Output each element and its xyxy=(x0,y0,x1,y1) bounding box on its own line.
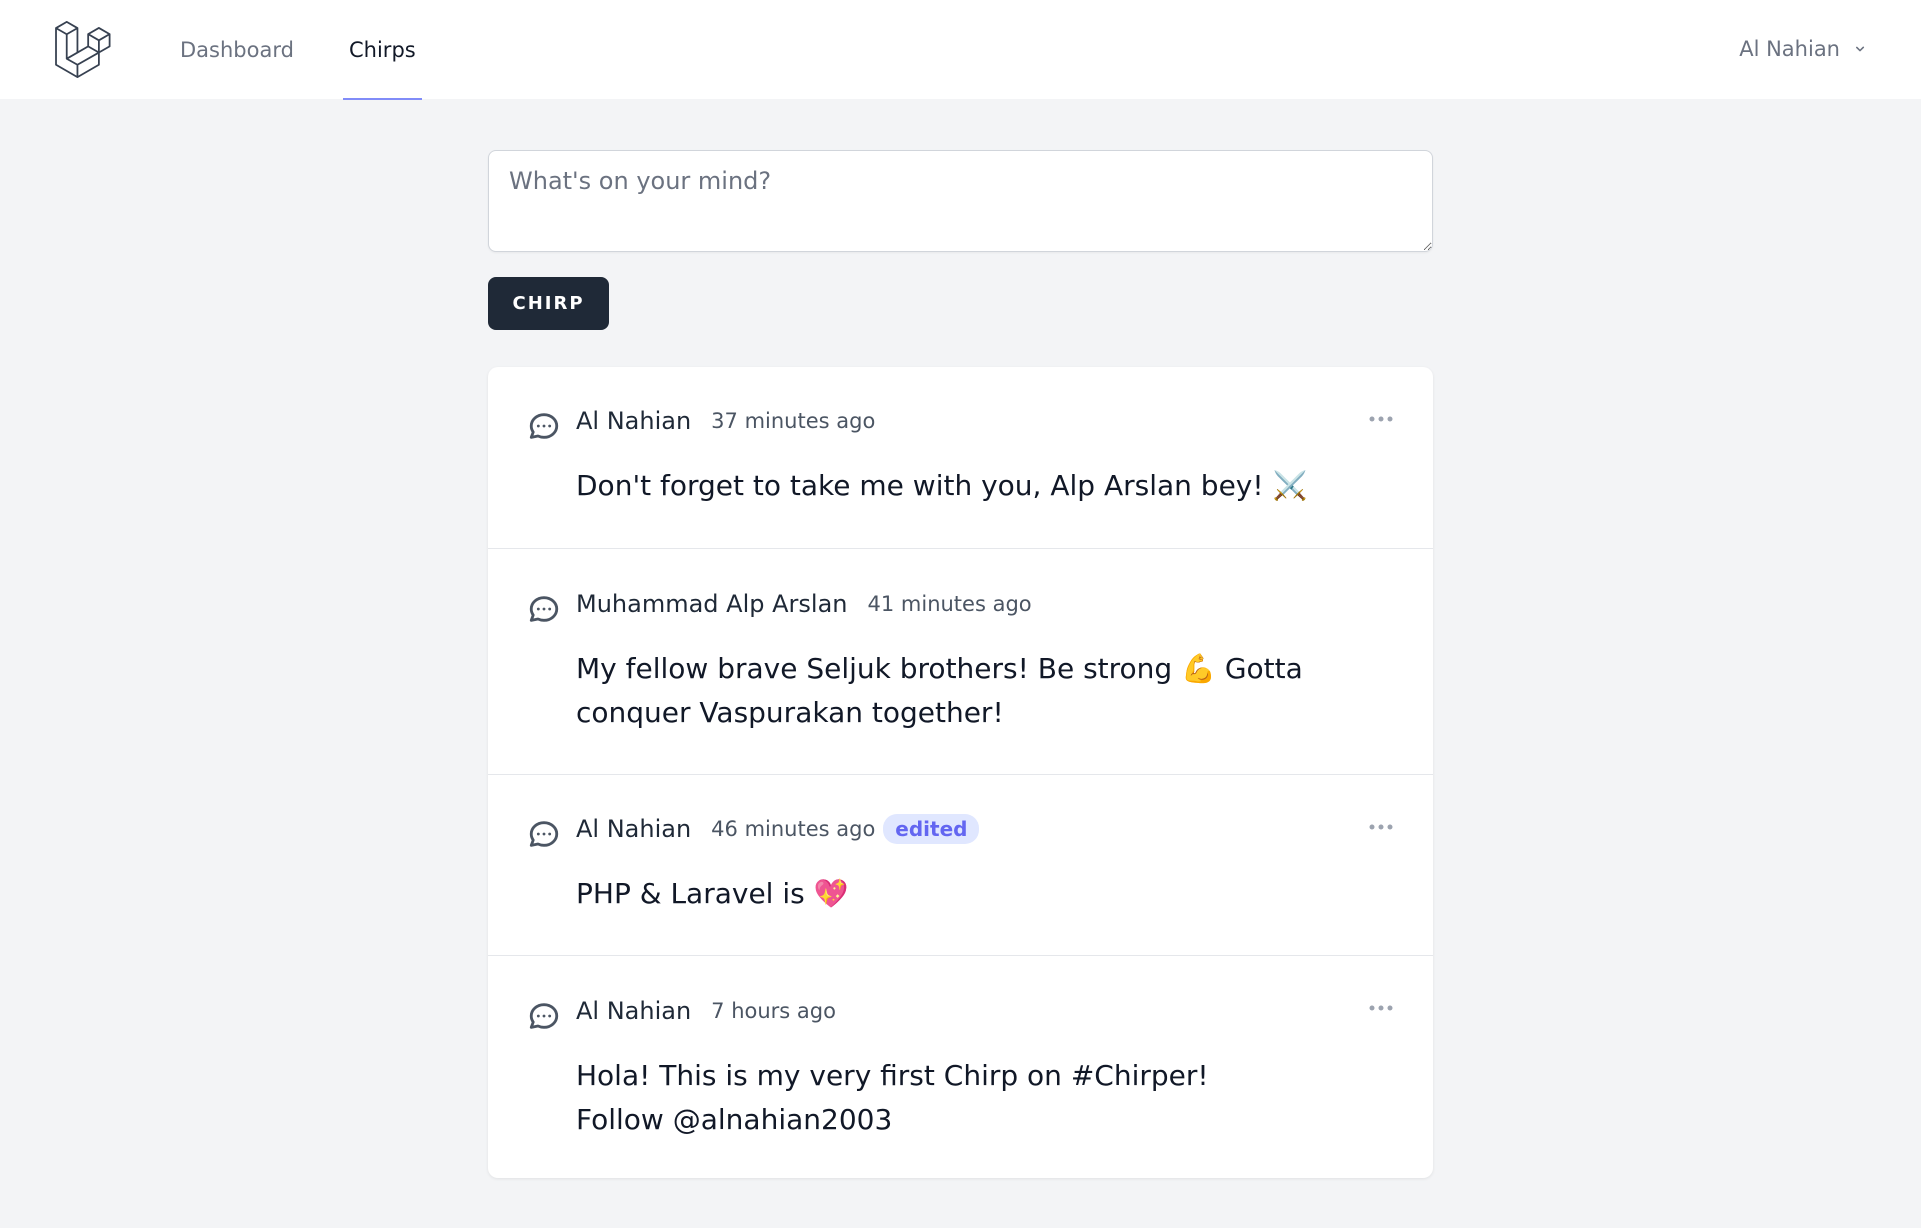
chirp-item: Muhammad Alp Arslan 41 minutes ago My fe… xyxy=(488,548,1433,774)
chirp-author: Al Nahian xyxy=(576,815,692,843)
chirp-submit-button[interactable]: CHIRP xyxy=(488,277,609,330)
chirp-author: Muhammad Alp Arslan xyxy=(576,590,848,618)
chirp-timestamp: 37 minutes ago xyxy=(711,409,876,433)
nav-link-chirps[interactable]: Chirps xyxy=(343,0,422,100)
chirp-header: Muhammad Alp Arslan 41 minutes ago xyxy=(576,590,1032,618)
chirp-author: Al Nahian xyxy=(576,997,692,1025)
chirp-options-button[interactable] xyxy=(1369,822,1393,832)
laravel-logo-icon[interactable] xyxy=(54,21,112,79)
chirp-item: Al Nahian 46 minutes ago edited PHP & La… xyxy=(488,774,1433,955)
chirp-timestamp: 41 minutes ago xyxy=(867,592,1032,616)
chirp-options-button[interactable] xyxy=(1369,1003,1393,1013)
chirp-item: Al Nahian 7 hours ago Hola! This is my v… xyxy=(488,955,1433,1178)
chirp-message: Don't forget to take me with you, Alp Ar… xyxy=(576,469,1308,502)
user-name: Al Nahian xyxy=(1739,37,1840,61)
chirp-item: Al Nahian 37 minutes ago Don't forget to… xyxy=(488,367,1433,548)
chirp-header: Al Nahian 7 hours ago xyxy=(576,997,836,1025)
top-navigation: Dashboard Chirps Al Nahian xyxy=(0,0,1921,100)
chirp-timestamp: 7 hours ago xyxy=(711,999,836,1023)
edited-badge: edited xyxy=(883,814,980,844)
chirp-timestamp: 46 minutes ago xyxy=(711,817,876,841)
chirp-message: Hola! This is my very first Chirp on #Ch… xyxy=(576,1059,1209,1136)
chirp-message-input[interactable] xyxy=(488,150,1433,252)
more-dots-icon xyxy=(1369,1005,1393,1011)
chirp-list: Al Nahian 37 minutes ago Don't forget to… xyxy=(488,367,1433,1178)
user-menu-dropdown[interactable]: Al Nahian xyxy=(1739,0,1868,98)
chirp-message: PHP & Laravel is 💖 xyxy=(576,877,849,910)
chirp-header: Al Nahian 46 minutes ago edited xyxy=(576,814,980,844)
chat-bubble-icon xyxy=(529,821,559,847)
chirp-options-button[interactable] xyxy=(1369,414,1393,424)
chirp-message: My fellow brave Seljuk brothers! Be stro… xyxy=(576,652,1303,729)
chevron-down-icon xyxy=(1856,46,1865,52)
chirp-header: Al Nahian 37 minutes ago xyxy=(576,407,875,435)
nav-link-dashboard[interactable]: Dashboard xyxy=(180,0,294,100)
more-dots-icon xyxy=(1369,416,1393,422)
chat-bubble-icon xyxy=(529,596,559,622)
chat-bubble-icon xyxy=(529,1003,559,1029)
chat-bubble-icon xyxy=(529,413,559,439)
more-dots-icon xyxy=(1369,824,1393,830)
chirp-author: Al Nahian xyxy=(576,407,692,435)
